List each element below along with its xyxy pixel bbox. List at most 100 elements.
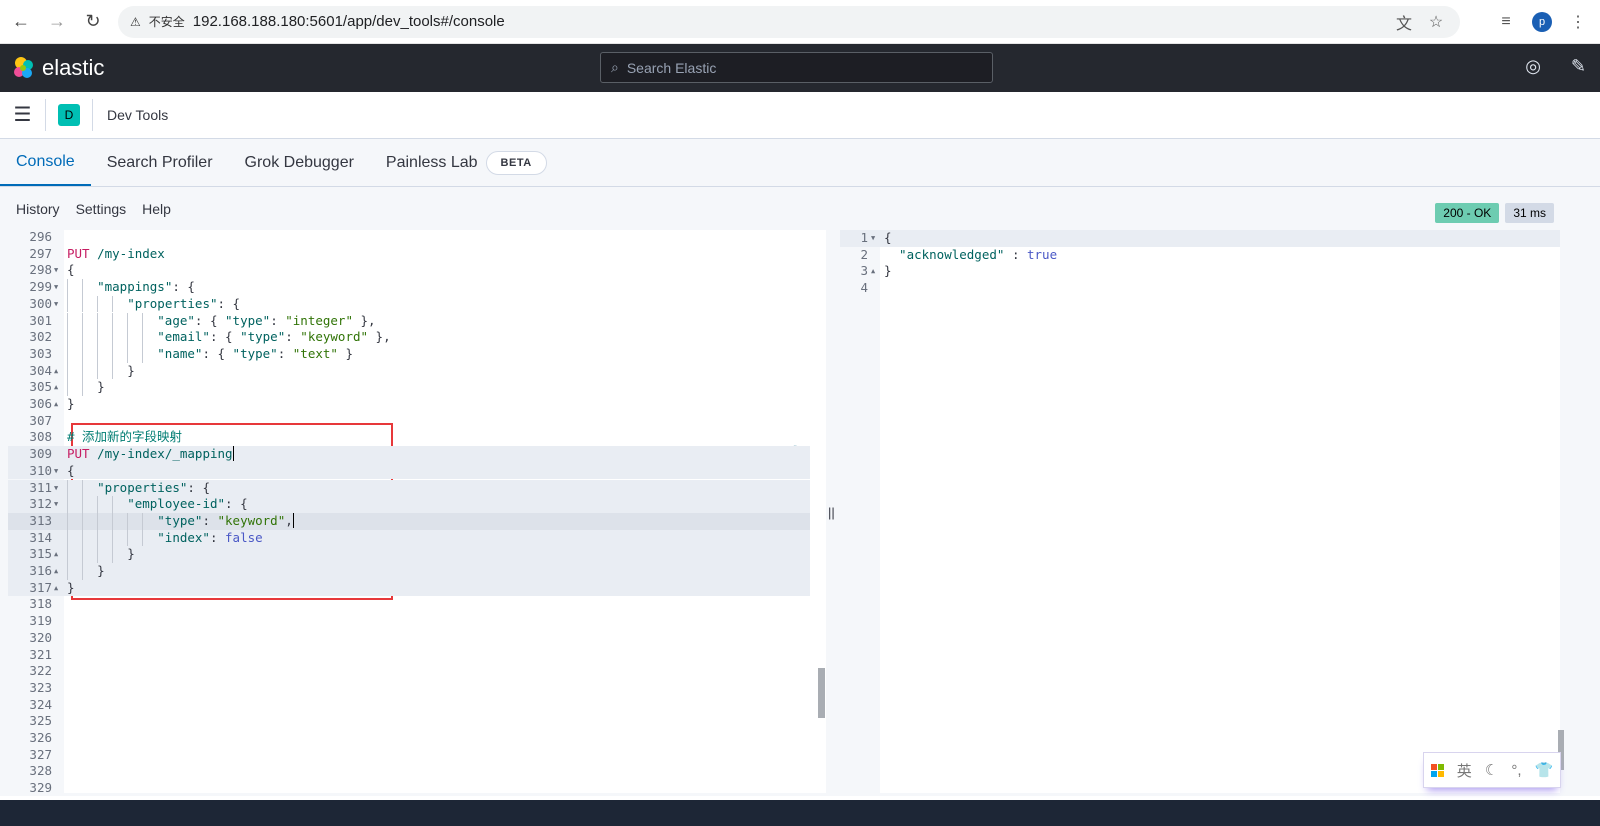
token-punc: { [67,462,75,478]
indent-guide [82,496,97,513]
console-toolbar: History Settings Help 200 - OK 31 ms [0,187,1600,230]
help-icon[interactable]: ◎ [1525,56,1541,77]
line-number: 304 [29,362,52,378]
fold-close-icon[interactable]: ▲ [54,363,58,380]
line-number: 3 [860,263,868,279]
token-punc: , [285,512,293,528]
token-punc: : [277,345,293,361]
token-key: "properties" [127,295,218,311]
code-line: 304 ▲} [8,362,810,380]
more-icon[interactable]: ⋮ [1566,12,1590,32]
history-link[interactable]: History [16,201,60,217]
settings-link[interactable]: Settings [76,201,127,217]
token-punc: : { [187,479,210,495]
text-cursor [232,446,234,462]
newsfeed-icon[interactable]: ✎ [1571,56,1586,77]
code-line: 297 PUT /my-index [8,246,810,263]
beta-badge: BETA [485,150,547,175]
code-line: 309 PUT /my-index/_mapping [8,446,810,463]
fold-open-icon[interactable]: ▼ [54,262,58,279]
token-url: /my-index [89,245,165,261]
address-bar[interactable]: ⚠ 不安全 192.168.188.180:5601/app/dev_tools… [118,5,1460,38]
moon-icon[interactable]: ☾ [1485,761,1498,779]
url-text: 192.168.188.180:5601/app/dev_tools#/cons… [192,13,505,30]
fold-close-icon[interactable]: ▲ [871,263,875,280]
fold-open-icon[interactable]: ▼ [54,279,58,296]
editor-scrollbar[interactable] [818,230,826,793]
code-line: 313 "type": "keyword", [8,512,810,530]
token-str: "keyword" [300,329,369,345]
token-key: "type" [157,512,203,528]
line-number: 316 [29,563,52,578]
reload-icon[interactable]: ↻ [82,11,104,32]
forward-icon[interactable]: → [46,11,68,32]
token-punc: } [337,345,353,361]
punctuation-icon[interactable]: °, [1511,762,1521,779]
line-number: 329 [29,780,52,793]
code-line: 322 [8,663,810,680]
star-icon[interactable]: ☆ [1424,12,1448,32]
help-link[interactable]: Help [142,201,171,217]
fold-open-icon[interactable]: ▼ [54,480,58,497]
indent-guide [82,563,97,580]
token-punc: : { [202,345,233,361]
line-number: 318 [29,596,52,612]
panel-resizer[interactable]: || [828,505,835,520]
indent-guide [127,312,142,330]
line-number: 310 [29,462,52,478]
token-punc: : { [194,312,226,328]
fold-close-icon[interactable]: ▲ [54,379,58,396]
elastic-logo[interactable]: elastic [12,55,104,81]
fold-close-icon[interactable]: ▲ [54,563,58,580]
line-number: 305 [29,379,52,395]
fold-open-icon[interactable]: ▼ [54,463,58,480]
breadcrumb-dev-tools: Dev Tools [92,99,168,131]
fold-open-icon[interactable]: ▼ [54,496,58,513]
line-number: 313 [8,512,52,530]
indent-guide [67,279,82,296]
tab-label: Console [16,152,75,170]
token-key: "properties" [97,479,188,495]
fold-close-icon[interactable]: ▲ [54,580,58,597]
tab-painless-lab[interactable]: Painless Lab BETA [370,139,563,186]
token-punc: : { [172,279,195,295]
scrollbar-thumb[interactable] [818,668,825,718]
line-number: 322 [29,663,52,679]
line-number: 302 [29,329,52,345]
search-input[interactable]: ⌕ Search Elastic [600,52,993,83]
dev-tools-tabs: Console Search Profiler Grok Debugger Pa… [0,139,1600,187]
token-method: PUT [67,446,90,462]
indent-guide [112,329,127,346]
menu-icon[interactable]: ☰ [0,99,46,131]
tab-console[interactable]: Console [0,139,91,186]
media-icon[interactable]: ≡ [1494,13,1518,31]
code-line: 329 [8,780,810,793]
translate-icon[interactable]: 文 [1392,10,1416,34]
fold-open-icon[interactable]: ▼ [871,230,875,247]
profile-avatar[interactable]: p [1532,11,1552,32]
line-number: 321 [29,646,52,662]
request-editor[interactable]: ▷ 🔧 296297PUT /my-index298▼{299▼"mapping… [8,230,826,793]
indent-guide [112,496,127,513]
indent-guide [67,379,82,396]
fold-close-icon[interactable]: ▲ [54,546,58,563]
line-number: 308 [29,429,52,445]
indent-guide [112,529,127,547]
space-avatar[interactable]: D [58,104,80,126]
token-punc: } [884,263,892,279]
token-bool: false [225,529,263,545]
tab-grok-debugger[interactable]: Grok Debugger [229,139,370,186]
line-number: 323 [29,679,52,695]
indent-guide [127,529,142,547]
ime-mode[interactable]: 英 [1457,760,1472,781]
code-line: 319 [8,613,810,630]
code-line: 321 [8,647,810,664]
back-icon[interactable]: ← [10,11,32,32]
indent-guide [142,312,157,330]
fold-open-icon[interactable]: ▼ [54,296,58,313]
tab-search-profiler[interactable]: Search Profiler [91,139,229,186]
fold-close-icon[interactable]: ▲ [54,396,58,413]
code-line: 296 [8,230,810,246]
token-punc: } [67,396,75,411]
skin-icon[interactable]: 👕 [1535,761,1554,779]
